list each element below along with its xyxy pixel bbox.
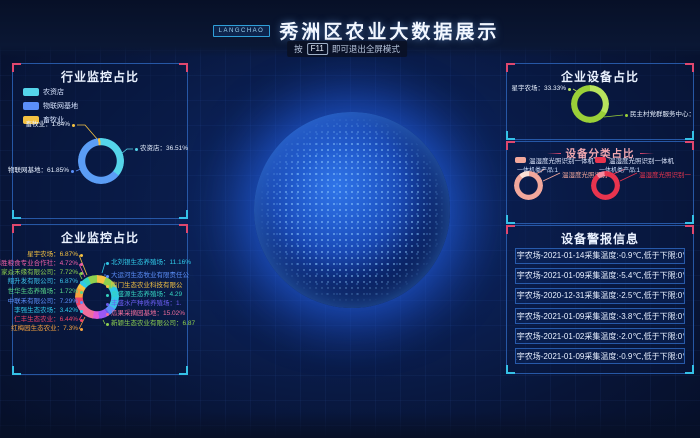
- legend-item: 农资店: [23, 87, 78, 97]
- corner-accent: [12, 210, 21, 219]
- alarm-row: 星宇农场-2020-12-31采集温度:-2.5℃,低于下限:0℃: [515, 288, 685, 304]
- corner-accent: [685, 215, 694, 224]
- alarm-row: 星宇农场-2021-01-02采集温度:-2.0℃,低于下限:0℃: [515, 328, 685, 344]
- chart-label: 民主村党群服务中心：: [625, 111, 695, 119]
- chart-label: 世华生态养殖场：1.72%: [8, 288, 83, 296]
- globe-visualization: [254, 112, 450, 308]
- brand-logo: LANGCHAO: [213, 25, 271, 37]
- hint-suffix: 即可退出全屏模式: [332, 43, 400, 55]
- corner-accent: [506, 215, 515, 224]
- chart-label: 家焱禾缘有限公司：7.72%: [1, 269, 83, 277]
- corner-accent: [506, 365, 515, 374]
- chart-label: 陶门生态农业科技有限公: [106, 282, 183, 290]
- legend-swatch: [515, 157, 526, 163]
- legend-item: 物联网基地: [23, 101, 78, 111]
- industry-donut-chart: [78, 138, 124, 184]
- chart-label: 物联网基地：61.85%: [8, 167, 74, 175]
- fullscreen-hint: 按 F11 即可退出全屏模式: [287, 41, 407, 57]
- chart-label: 丰盛水产种质养殖场：1.: [106, 300, 181, 308]
- legend-swatch: [595, 157, 606, 163]
- panel-device-alarms: 设备警报信息 星宇农场-2021-01-14采集温度:-0.9℃,低于下限:0℃…: [506, 225, 694, 374]
- page-title: 秀洲区农业大数据展示: [279, 17, 499, 44]
- category-callout-right: 温湿度光照识别一: [639, 169, 691, 179]
- chart-label: 仁丰生态农业：6.44%: [14, 316, 83, 324]
- f11-key: F11: [307, 43, 328, 55]
- panel-device-category: 设备分类占比 温湿度光照识别一体机 一体机类产品:1 温湿度光照识别一 温湿度光…: [506, 141, 694, 224]
- panel-title: 设备警报信息: [507, 230, 693, 247]
- category-donut-right: [591, 171, 620, 200]
- title-dash: [547, 153, 561, 154]
- legend-swatch: [23, 88, 39, 96]
- chart-label: 星宇农场：33.33%: [511, 85, 571, 93]
- corner-accent: [12, 366, 21, 375]
- corner-accent: [179, 210, 188, 219]
- chart-label: 中联禾有限公司：7.29%: [8, 298, 83, 306]
- chart-label: 农资店：36.51%: [135, 145, 188, 153]
- chart-label: 彩胜粮食专业合作社：4.72%: [0, 260, 83, 268]
- panel-title: 行业监控占比: [13, 68, 187, 85]
- chart-label: 红梅园生态农业：7.3%: [11, 325, 83, 333]
- chart-label: 翔升发有限公司：6.87%: [8, 278, 83, 286]
- category-legend-left: 温湿度光照识别一体机: [515, 155, 594, 165]
- alarm-row: 星宇农场-2021-01-09采集温度:-3.8℃,低于下限:0℃: [515, 308, 685, 324]
- chart-label: 李强生态农场：3.42%: [14, 307, 83, 315]
- panel-enterprise-monitor: 企业监控占比 星宇农场：6.87% 彩胜粮食专业合作社：4.72% 家焱禾缘有限…: [12, 224, 188, 375]
- alarm-row: 星宇农场-2021-01-09采集温度:-0.9℃,低于下限:0℃: [515, 348, 685, 364]
- device-donut-chart: [571, 85, 609, 123]
- chart-label: 嘉盛源生态养殖场：4.29: [106, 291, 182, 299]
- category-legend-right: 温湿度光照识别一体机: [595, 155, 674, 165]
- alarm-row: 星宇农场-2021-01-14采集温度:-0.9℃,低于下限:0℃: [515, 248, 685, 264]
- chart-label: 北刘银生态养殖场：11.16%: [106, 259, 191, 267]
- chart-label: 新颖生态农业有限公司：6.87: [106, 320, 195, 328]
- dashboard: LANGCHAO 秀洲区农业大数据展示 按 F11 即可退出全屏模式 行业监控占…: [0, 0, 700, 438]
- chart-label: 瓜果采摘园基地：15.02%: [106, 310, 185, 318]
- title-dash: [640, 153, 654, 154]
- bottom-vignette: [0, 412, 700, 438]
- corner-accent: [685, 131, 694, 140]
- chart-label: 畜牧业：1.64%: [26, 121, 75, 129]
- chart-label: 星宇农场：6.87%: [27, 251, 83, 259]
- globe-dot-texture: [259, 117, 445, 303]
- corner-accent: [685, 365, 694, 374]
- hint-prefix: 按: [294, 43, 303, 55]
- header: LANGCHAO 秀洲区农业大数据展示: [6, 17, 700, 44]
- category-donut-left: [514, 171, 543, 200]
- panel-device-ratio: 企业设备占比 星宇农场：33.33% 民主村党群服务中心：: [506, 63, 694, 140]
- corner-accent: [506, 131, 515, 140]
- alarm-row: 星宇农场-2021-01-09采集温度:-5.4℃,低于下限:0℃: [515, 268, 685, 284]
- alarm-list: 星宇农场-2021-01-14采集温度:-0.9℃,低于下限:0℃ 星宇农场-2…: [515, 248, 685, 369]
- panel-title: 企业监控占比: [13, 229, 187, 246]
- panel-industry-monitor: 行业监控占比 农资店 物联网基地 畜牧业 畜牧业：1.64% 农资店：36.51…: [12, 63, 188, 219]
- legend-swatch: [23, 102, 39, 110]
- corner-accent: [179, 366, 188, 375]
- panel-title: 企业设备占比: [507, 68, 693, 85]
- chart-label: 大运河生态牧业有限责任公: [106, 272, 189, 280]
